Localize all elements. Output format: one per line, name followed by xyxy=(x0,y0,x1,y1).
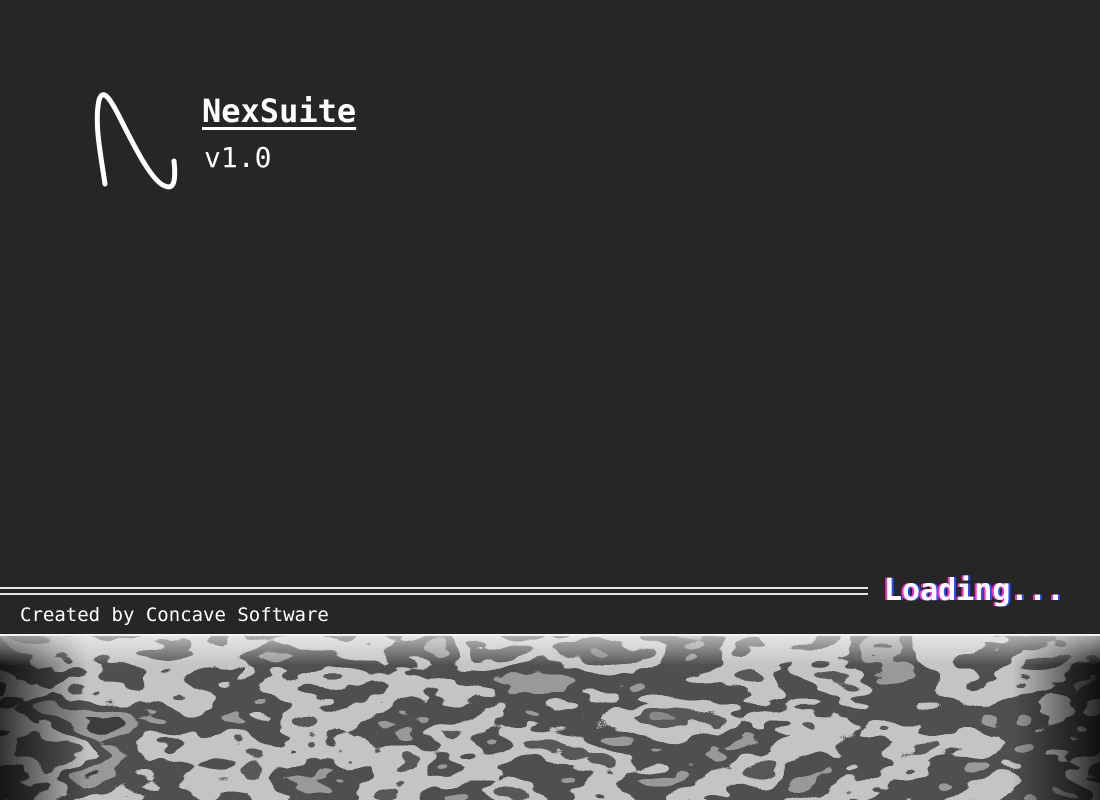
marble-art xyxy=(0,636,1100,800)
nexsuite-logo-icon xyxy=(94,92,178,190)
splash-screen: NexSuite v1.0 Loading... Created by Conc… xyxy=(0,0,1100,800)
app-name: NexSuite xyxy=(202,92,357,130)
app-version: v1.0 xyxy=(204,141,272,174)
credit-text: Created by Concave Software xyxy=(20,604,329,626)
loading-status: Loading... xyxy=(884,573,1065,608)
decorative-art-band xyxy=(0,636,1100,800)
footer-divider xyxy=(0,587,868,595)
